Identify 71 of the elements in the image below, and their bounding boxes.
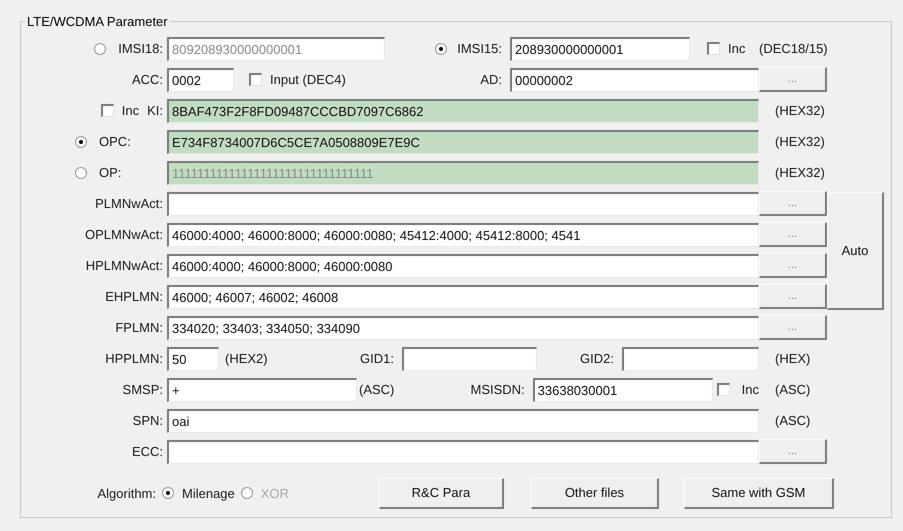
inc-checkbox[interactable] [707,42,720,55]
input-checkbox[interactable] [249,73,262,86]
ecc-field[interactable] [167,440,759,464]
spn-field[interactable]: oai [167,408,759,432]
format-label: (ASC) [774,382,810,397]
field-label: Algorithm: [96,486,156,500]
format-label: (HEX32) [774,134,825,149]
field-label: HPPLMN: [105,351,163,366]
checkbox-label: Input (DEC4) [270,72,346,87]
field-label: PLMNwAct: [95,196,163,211]
format-label: (HEX32) [774,103,825,118]
field-label: KI: [147,103,163,118]
action-button[interactable]: R&C Para [378,478,504,508]
format-label: (HEX) [774,351,810,366]
smsp-field[interactable]: + [167,378,357,402]
field-label: OPC: [99,134,131,149]
ki-field[interactable]: 8BAF473F2F8FD09487CCCBD7097C6862 [167,98,759,122]
checkbox-label: Inc [728,41,746,56]
msisdn-field[interactable]: 33638030001 [532,378,713,402]
format-label: (HEX32) [774,165,825,180]
algorithm-radio[interactable] [162,487,174,499]
field-label: IMSI18: [118,41,163,56]
gid1-field[interactable] [402,346,537,370]
format-label: (DEC18/15) [759,41,828,56]
field-label: FPLMN: [115,320,163,335]
format-label: (ASC) [359,382,394,397]
plmn-field[interactable]: 46000:4000; 46000:8000; 46000:0080; 45412:4000; 45412:8000; 4541 [167,222,759,246]
field-label: OP: [99,165,122,180]
plmn-field[interactable] [167,192,759,216]
group-title: LTE/WCDMA Parameter [26,14,169,29]
fplmn-field[interactable]: 334020; 33403; 334050; 334090 [167,316,759,340]
browse-button[interactable]: ... [759,67,827,92]
field-label: ECC: [132,444,163,459]
field-label: SMSP: [122,382,163,397]
action-button[interactable]: Same with GSM [684,478,834,508]
acc-field[interactable]: 0002 [167,68,234,92]
field-label: MSISDN: [470,382,525,397]
field-label: SPN: [132,413,163,428]
field-label: ACC: [132,72,163,87]
radio-label: Milenage [182,486,235,500]
format-label: (ASC) [774,413,810,428]
auto-button[interactable]: Auto [827,192,884,310]
imsi15-field[interactable]: 208930000000001 [510,36,690,60]
browse-button[interactable]: ... [759,439,827,464]
gid2-field[interactable] [622,346,759,370]
hpplmn-field[interactable]: 50 [167,346,219,370]
checkbox-label: Inc [742,382,759,397]
action-button[interactable]: Other files [530,478,659,508]
field-label: GID1: [360,351,394,366]
field-label: HPLMNwAct: [86,258,163,273]
imsi15-radio[interactable] [435,42,448,54]
field-label: GID2: [580,351,614,366]
browse-button[interactable]: ... [759,222,827,247]
radio-label: XOR [260,486,289,500]
browse-button[interactable]: ... [759,315,827,340]
format-label: (HEX2) [225,351,268,366]
browse-button[interactable]: ... [759,191,827,216]
plmn-field[interactable]: 46000; 46007; 46002; 46008 [167,284,759,308]
browse-button[interactable]: ... [759,253,827,278]
ad-field[interactable]: 00000002 [510,68,759,92]
field-label: IMSI15: [457,41,502,56]
inc-checkbox[interactable] [100,104,114,117]
field-label: OPLMNwAct: [84,227,163,242]
checkbox-label: Inc [122,103,140,118]
plmn-field[interactable]: 46000:4000; 46000:8000; 46000:0080 [167,254,759,278]
field-label: AD: [480,72,502,87]
browse-button[interactable]: ... [759,284,827,309]
opc-radio[interactable] [75,136,87,148]
inc-checkbox[interactable] [716,383,730,396]
field-label: EHPLMN: [105,289,163,304]
opc-field[interactable]: E734F8734007D6C5CE7A0508809E7E9C [167,130,759,154]
